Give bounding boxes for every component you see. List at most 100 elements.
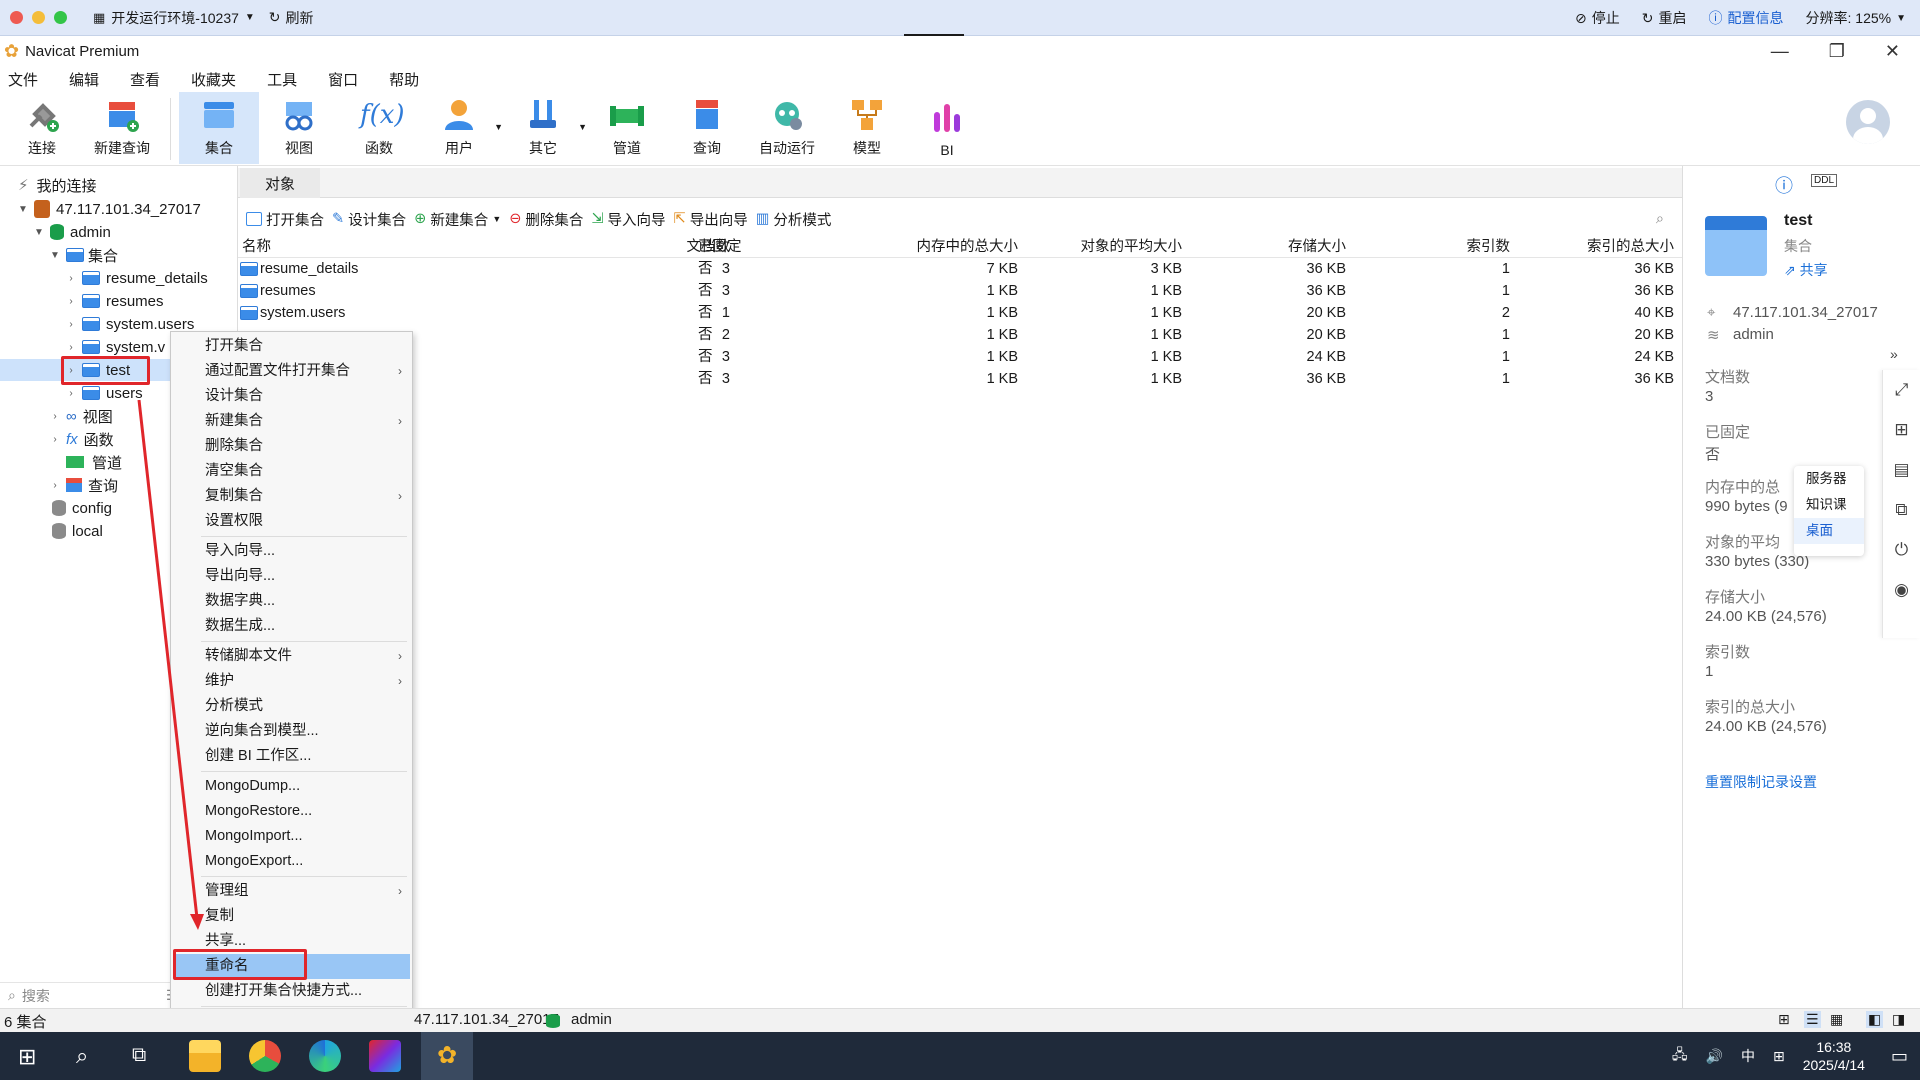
menu-item-import-wizard[interactable]: 导入向导... bbox=[171, 539, 412, 564]
popup-item-course[interactable]: 知识课 bbox=[1794, 492, 1864, 518]
chevron-right-icon[interactable]: › bbox=[64, 388, 78, 399]
tree-queries-folder[interactable]: › 查询 bbox=[48, 474, 118, 496]
export-wizard-button[interactable]: ⇱ 导出向导 bbox=[674, 209, 748, 230]
minimize-icon[interactable]: — bbox=[1771, 41, 1789, 62]
chevron-down-icon[interactable]: ▼ bbox=[492, 214, 501, 224]
chevron-right-icon[interactable]: › bbox=[48, 480, 62, 491]
analyze-mode-button[interactable]: ▥ 分析模式 bbox=[756, 209, 832, 230]
menu-item-reverse-to-model[interactable]: 逆向集合到模型... bbox=[171, 719, 412, 744]
col-index-size[interactable]: 索引的总大小 bbox=[1474, 236, 1674, 258]
dropdown-caret-icon[interactable]: ▼ bbox=[578, 122, 587, 132]
volume-icon[interactable]: 🔊 bbox=[1706, 1048, 1723, 1065]
view-button[interactable]: 视图 bbox=[259, 92, 339, 164]
collection-button[interactable]: 集合 bbox=[179, 92, 259, 164]
close-icon[interactable]: ✕ bbox=[1885, 41, 1900, 62]
new-collection-button[interactable]: ⊕ 新建集合 ▼ bbox=[414, 209, 501, 230]
query-button[interactable]: 查询 bbox=[667, 92, 747, 164]
menu-item-open-collection[interactable]: 打开集合 bbox=[171, 334, 412, 359]
start-icon[interactable]: ⊞ bbox=[18, 1044, 36, 1070]
right-panel-icon[interactable]: ◨ bbox=[1892, 1011, 1905, 1028]
menu-item-open-with-profile[interactable]: 通过配置文件打开集合 › bbox=[171, 359, 412, 384]
model-button[interactable]: 模型 bbox=[827, 92, 907, 164]
edge-icon[interactable] bbox=[309, 1040, 341, 1072]
notification-icon[interactable]: ▭ bbox=[1891, 1046, 1908, 1067]
chevron-down-icon[interactable]: ▼ bbox=[16, 204, 30, 215]
menu-item-delete-collection[interactable]: 删除集合 bbox=[171, 434, 412, 459]
list-view-icon[interactable]: ☰ bbox=[1804, 1011, 1821, 1028]
table-row[interactable]: 3 否 1 KB 1 KB 36 KB 1 36 KB bbox=[238, 368, 1682, 390]
table-row[interactable]: 2 否 1 KB 1 KB 20 KB 1 20 KB bbox=[238, 324, 1682, 346]
menu-help[interactable]: 帮助 bbox=[389, 69, 419, 90]
menu-tools[interactable]: 工具 bbox=[267, 69, 297, 90]
col-name[interactable]: 名称 bbox=[242, 236, 271, 258]
user-avatar[interactable] bbox=[1846, 100, 1890, 144]
collapse-arrow-icon[interactable]: » bbox=[1890, 346, 1898, 362]
tree-views-folder[interactable]: › ∞ 视图 bbox=[48, 405, 112, 427]
chrome-icon[interactable] bbox=[249, 1040, 281, 1072]
tree-db-local[interactable]: local bbox=[48, 520, 103, 542]
table-row[interactable]: resume_details 3 否 7 KB 3 KB 36 KB 1 36 … bbox=[238, 258, 1682, 280]
fullscreen-icon[interactable]: ⤢ bbox=[1883, 370, 1920, 410]
bi-button[interactable]: BI bbox=[907, 92, 987, 164]
search-icon[interactable]: ⌕ bbox=[76, 1043, 88, 1069]
new-query-button[interactable]: 新建查询 bbox=[82, 92, 162, 164]
tree-collections-folder[interactable]: ▼ 集合 bbox=[48, 244, 118, 266]
menu-item-mongoimport[interactable]: MongoImport... bbox=[171, 824, 412, 849]
detail-view-icon[interactable]: ▦ bbox=[1830, 1011, 1843, 1028]
delete-collection-button[interactable]: ⊖ 删除集合 bbox=[509, 209, 583, 230]
user-button[interactable]: 用户 ▼ bbox=[419, 92, 503, 164]
session-refresh-button[interactable]: ↻ 刷新 bbox=[269, 8, 314, 28]
menu-item-export-wizard[interactable]: 导出向导... bbox=[171, 564, 412, 589]
other-button[interactable]: 其它 ▼ bbox=[503, 92, 587, 164]
chevron-right-icon[interactable]: › bbox=[64, 296, 78, 307]
tree-item-system-v[interactable]: › system.v bbox=[64, 336, 165, 358]
col-pinned[interactable]: 已固定 bbox=[698, 236, 742, 258]
menu-item-dump-script[interactable]: 转储脚本文件 › bbox=[171, 644, 412, 669]
clock[interactable]: 16:38 2025/4/14 bbox=[1803, 1038, 1865, 1074]
menu-item-maintain[interactable]: 维护 › bbox=[171, 669, 412, 694]
eye-icon[interactable]: ◉ bbox=[1883, 570, 1920, 610]
menu-window[interactable]: 窗口 bbox=[328, 69, 358, 90]
menu-item-manage-group[interactable]: 管理组 › bbox=[171, 879, 412, 904]
session-stop-button[interactable]: ⊘ 停止 bbox=[1575, 8, 1620, 28]
restore-icon[interactable]: ❐ bbox=[1829, 41, 1845, 62]
left-panel-icon[interactable]: ◧ bbox=[1866, 1011, 1884, 1028]
reset-limit-link[interactable]: 重置限制记录设置 bbox=[1705, 772, 1817, 792]
tree-server[interactable]: ▼ 47.117.101.34_27017 bbox=[16, 198, 201, 220]
chevron-right-icon[interactable]: › bbox=[48, 434, 62, 445]
maximize-dot[interactable] bbox=[54, 11, 67, 24]
copy-icon[interactable]: ⧉ bbox=[1883, 490, 1920, 530]
chevron-right-icon[interactable]: › bbox=[48, 411, 62, 422]
network-icon[interactable]: 🖧 bbox=[1672, 1044, 1688, 1068]
open-collection-button[interactable]: 打开集合 bbox=[246, 209, 324, 230]
resolution-selector[interactable]: 分辨率: 125% ▼ bbox=[1806, 8, 1907, 28]
tab-objects[interactable]: 对象 bbox=[240, 168, 320, 198]
task-view-icon[interactable]: ⧉ bbox=[132, 1044, 146, 1067]
menu-file[interactable]: 文件 bbox=[8, 69, 38, 90]
menu-item-set-permissions[interactable]: 设置权限 bbox=[171, 509, 412, 534]
menu-item-mongodump[interactable]: MongoDump... bbox=[171, 774, 412, 799]
tree-functions-folder[interactable]: › fx 函数 bbox=[48, 428, 113, 450]
intellij-icon[interactable] bbox=[369, 1040, 401, 1072]
file-explorer-icon[interactable] bbox=[189, 1040, 221, 1072]
tree-item-resume-details[interactable]: › resume_details bbox=[64, 267, 207, 289]
import-wizard-button[interactable]: ⇲ 导入向导 bbox=[591, 209, 665, 230]
chevron-right-icon[interactable]: › bbox=[64, 342, 78, 353]
close-dot[interactable] bbox=[10, 11, 23, 24]
menu-view[interactable]: 查看 bbox=[130, 69, 160, 90]
menu-item-create-shortcut[interactable]: 创建打开集合快捷方式... bbox=[171, 979, 412, 1004]
menu-item-mongoexport[interactable]: MongoExport... bbox=[171, 849, 412, 874]
design-collection-button[interactable]: ✎ 设计集合 bbox=[332, 209, 406, 230]
dropdown-caret-icon[interactable]: ▼ bbox=[494, 122, 503, 132]
layout-icon[interactable]: ▤ bbox=[1883, 450, 1920, 490]
chevron-down-icon[interactable]: ▼ bbox=[32, 227, 46, 238]
function-button[interactable]: f(x) 函数 bbox=[339, 92, 419, 164]
chevron-right-icon[interactable]: › bbox=[64, 319, 78, 330]
automation-button[interactable]: 自动运行 bbox=[747, 92, 827, 164]
connect-button[interactable]: 连接 bbox=[2, 92, 82, 164]
menu-edit[interactable]: 编辑 bbox=[69, 69, 99, 90]
power-icon[interactable]: ⏻ bbox=[1883, 530, 1920, 570]
popup-item-desktop[interactable]: 桌面 bbox=[1794, 518, 1864, 544]
menu-item-design-collection[interactable]: 设计集合 bbox=[171, 384, 412, 409]
chevron-right-icon[interactable]: › bbox=[64, 273, 78, 284]
